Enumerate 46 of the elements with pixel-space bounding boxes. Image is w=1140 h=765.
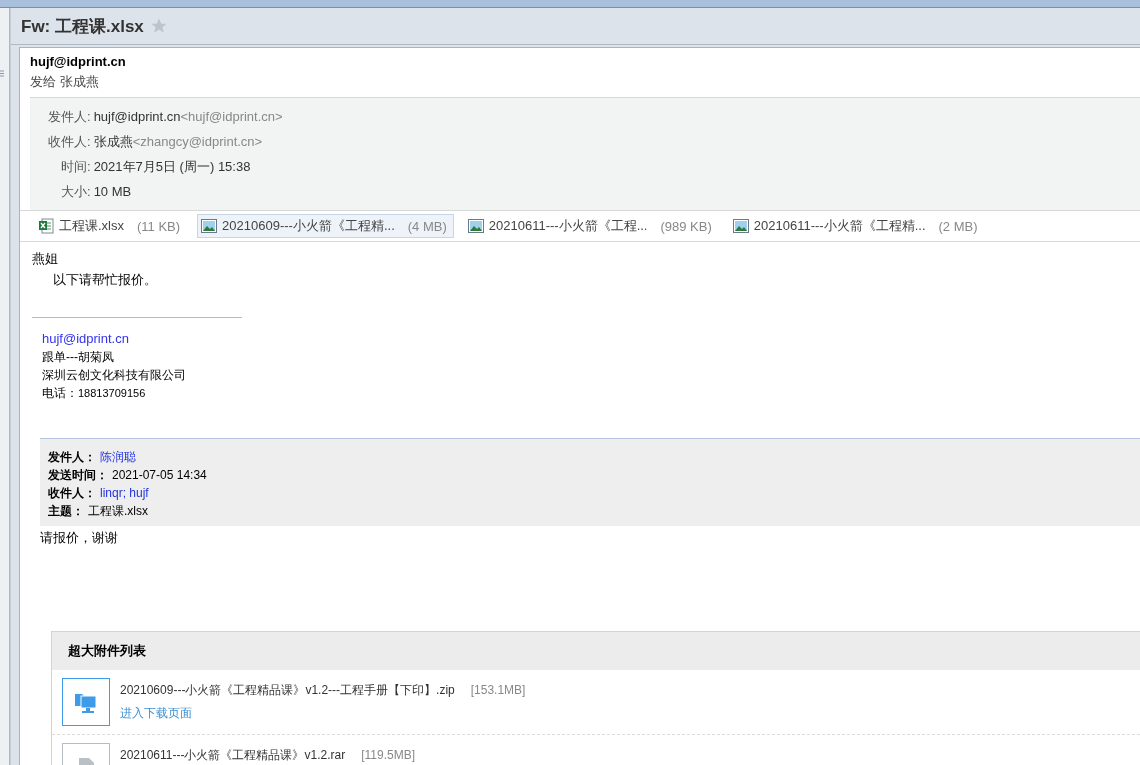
email-address: <hujf@idprint.cn> [180, 109, 283, 124]
detail-label: 发件人: [48, 107, 91, 126]
header-value: 2021-07-05 14:34 [112, 467, 207, 484]
message-text: 请报价，谢谢 [39, 529, 119, 547]
detail-value: 10 MB [93, 184, 132, 199]
contact-link[interactable]: linqr; hujf [100, 484, 149, 502]
email-link[interactable]: hujf@idprint.cn [42, 331, 129, 346]
mail-subject: Fw: 工程课.xlsx [21, 15, 144, 38]
detail-value: hujf@idprint.cn [93, 109, 181, 124]
file-size: [153.1MB] [470, 683, 526, 697]
email-address: <zhangcy@idprint.cn> [132, 134, 263, 149]
detail-label: 收件人: [48, 132, 91, 151]
image-icon [732, 219, 749, 233]
sender-name: hujf@idprint.cn [29, 53, 127, 69]
attachment-item[interactable]: 20210611---小火箭《工程精... (2 MB) [728, 214, 985, 238]
greeting-text: 燕姐 [32, 250, 59, 268]
header-value: 工程课.xlsx [88, 503, 148, 520]
menu-icon[interactable] [0, 70, 4, 77]
signature-line: 深圳云创文化科技有限公司 [42, 367, 187, 384]
message-text: 以下请帮忙报价。 [52, 271, 158, 289]
computer-icon [62, 678, 110, 726]
attachment-item[interactable]: 工程课.xlsx (11 KB) [34, 214, 188, 238]
header-label: 收件人： [48, 485, 96, 502]
detail-label: 时间: [61, 157, 91, 176]
detail-value: 张成燕 [93, 132, 133, 151]
image-icon [201, 219, 218, 233]
signature-line: 跟单---胡菊凤 [42, 349, 115, 366]
detail-value: 2021年7月5日 (周一) 15:38 [93, 157, 251, 176]
file-size: [119.5MB] [361, 748, 415, 762]
header-label: 发送时间： [48, 467, 108, 484]
recipient-summary: 发给 张成燕 [29, 73, 100, 91]
download-link[interactable]: 进入下载页面 [120, 705, 526, 722]
attachment-item[interactable]: 20210611---小火箭《工程... (989 KB) [463, 214, 719, 238]
panel-title: 超大附件列表 [52, 632, 1140, 670]
contact-link[interactable]: 陈润聪 [100, 448, 136, 466]
header-label: 主题： [48, 503, 84, 520]
detail-label: 大小: [61, 182, 91, 201]
phone-label: 电话： [42, 386, 78, 400]
file-name: 20210611---小火箭《工程精品课》v1.2.rar [120, 748, 346, 762]
image-icon [467, 219, 484, 233]
file-name: 20210609---小火箭《工程精品课》v1.2---工程手册【下印】.zip [120, 683, 455, 697]
attachment-item[interactable]: 20210609---小火箭《工程精... (4 MB) [197, 214, 454, 238]
spreadsheet-icon [38, 218, 54, 234]
header-label: 发件人： [48, 449, 96, 466]
phone-number: 18813709156 [78, 387, 146, 399]
star-icon[interactable] [149, 17, 168, 35]
